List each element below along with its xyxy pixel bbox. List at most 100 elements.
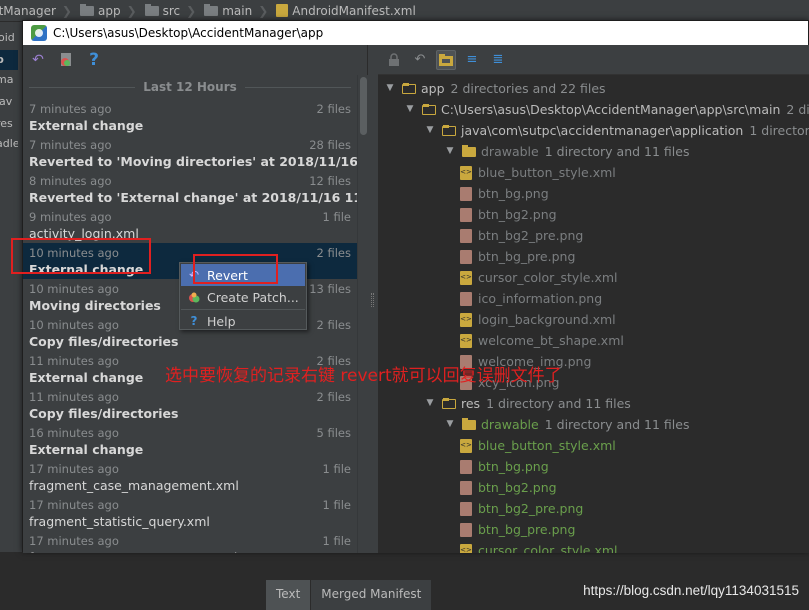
menu-item-create-patch[interactable]: Create Patch... [181, 286, 305, 308]
node-name: btn_bg.png [478, 459, 549, 474]
folder-icon [422, 103, 436, 115]
tree-file-node[interactable]: btn_bg2_pre.png [460, 225, 583, 246]
breadcrumb-label: src [162, 3, 181, 18]
project-tree-fragment: res [0, 117, 13, 130]
history-entry[interactable]: 8 minutes ago 12 files Reverted to 'Extern… [23, 171, 357, 207]
help-icon[interactable]: ? [85, 50, 103, 70]
breadcrumb-item[interactable]: main ❯ [200, 3, 272, 18]
dialog-titlebar[interactable]: C:\Users\asus\Desktop\AccidentManager\ap… [23, 21, 808, 45]
tree-folder-node[interactable]: ▼ drawable 1 directory and 11 files [444, 414, 690, 435]
expand-arrow-icon[interactable]: ▼ [444, 414, 456, 435]
node-summary: 2 directories and 22 files [786, 102, 809, 117]
tree-file-node[interactable]: btn_bg_pre.png [460, 519, 575, 540]
history-entry[interactable]: 16 minutes ago 5 files External change [23, 423, 357, 459]
xml-file-icon [276, 4, 289, 17]
history-entry[interactable]: 7 minutes ago 28 files Reverted to 'Moving… [23, 135, 357, 171]
patch-icon [187, 290, 201, 304]
node-name: blue_button_style.xml [478, 438, 616, 453]
tree-folder-node[interactable]: ▼ C:\Users\asus\Desktop\AccidentManager\a… [404, 99, 809, 120]
folder-icon [462, 417, 476, 430]
collapse-all-icon[interactable]: ≣ [488, 50, 508, 70]
breadcrumb-item[interactable]: app ❯ [76, 3, 141, 18]
history-entry[interactable]: 17 minutes ago 1 file fragment_statistic_q… [23, 495, 357, 531]
editor-breadcrumb: ctManager ❯ app ❯ src ❯ main ❯ AndroidManifest.x… [0, 0, 809, 22]
tree-file-node[interactable]: btn_bg.png [460, 183, 549, 204]
tree-file-node[interactable]: ico_information.png [460, 288, 602, 309]
breadcrumb-item[interactable]: AndroidManifest.xml [272, 4, 420, 18]
tree-file-node[interactable]: blue_button_style.xml [460, 162, 616, 183]
splitter-grip[interactable] [371, 293, 374, 307]
node-name: C:\Users\asus\Desktop\AccidentManager\ap… [441, 102, 781, 117]
breadcrumb-item[interactable]: src ❯ [141, 3, 201, 18]
folder-icon [402, 82, 416, 94]
entry-time: 11 minutes ago [29, 390, 119, 404]
menu-item-help[interactable]: ? Help [181, 310, 305, 332]
xml-file-icon [460, 543, 472, 553]
tree-folder-node[interactable]: ▼ app 2 directories and 22 files [384, 78, 606, 99]
project-panel-strip: oid p ma jav res adle [0, 22, 22, 610]
history-entry[interactable]: 11 minutes ago 2 files Copy files/director… [23, 387, 357, 423]
tree-file-node[interactable]: btn_bg2.png [460, 477, 557, 498]
help-icon: ? [190, 314, 198, 328]
project-tree-fragment: p [0, 50, 18, 70]
entry-label: Reverted to 'Moving directories' at 2018… [29, 154, 357, 169]
breadcrumb-label: app [97, 3, 121, 18]
expand-arrow-icon[interactable]: ▼ [424, 120, 436, 141]
xml-file-icon [460, 312, 472, 327]
entry-time: 17 minutes ago [29, 534, 119, 548]
expand-arrow-icon[interactable]: ▼ [404, 99, 416, 120]
folder-icon [204, 3, 219, 16]
entry-file-count: 2 files [316, 246, 351, 260]
tree-folder-node[interactable]: ▼ drawable 1 directory and 11 files [444, 141, 690, 162]
tab-text[interactable]: Text [266, 580, 312, 610]
tree-file-node[interactable]: welcome_bt_shape.xml [460, 330, 624, 351]
panel-splitter[interactable] [368, 45, 378, 553]
project-tree-fragment: jav [0, 95, 13, 108]
history-entry[interactable]: 7 minutes ago 2 files External change [23, 99, 357, 135]
expand-arrow-icon[interactable]: ▼ [424, 393, 436, 414]
revert-icon[interactable]: ↶ [29, 51, 47, 69]
scrollbar-thumb[interactable] [360, 77, 367, 135]
manifest-editor-tabs: Text Merged Manifest [266, 580, 433, 610]
tree-folder-node[interactable]: ▼ java\com\sutpc\accidentmanager\applicat… [424, 120, 809, 141]
expand-arrow-icon[interactable]: ▼ [444, 141, 456, 162]
entry-file-count: 2 files [316, 390, 351, 404]
expand-all-icon[interactable]: ≡ [462, 50, 482, 70]
tree-file-node[interactable]: btn_bg2.png [460, 204, 557, 225]
node-name: btn_bg2.png [478, 480, 557, 495]
tree-file-node[interactable]: btn_bg2_pre.png [460, 498, 583, 519]
folder-icon [144, 3, 159, 16]
highlight-box-entry [11, 238, 151, 274]
changes-toolbar: ↶ ≡ ≣ [378, 45, 809, 75]
breadcrumb-label: main [222, 3, 253, 18]
tab-merged-manifest[interactable]: Merged Manifest [311, 580, 433, 610]
tree-file-node[interactable]: blue_button_style.xml [460, 435, 616, 456]
node-name: res [461, 396, 481, 411]
node-summary: 1 directory and 11 files [544, 144, 690, 159]
tree-file-node[interactable]: btn_bg_pre.png [460, 246, 575, 267]
entry-time: 8 minutes ago [29, 174, 112, 188]
lock-icon[interactable] [384, 50, 404, 70]
breadcrumb-label: ctManager [0, 3, 56, 18]
tree-file-node[interactable]: cursor_color_style.xml [460, 267, 618, 288]
undo-icon[interactable]: ↶ [410, 50, 430, 70]
history-scrollbar[interactable] [357, 75, 368, 553]
create-patch-icon[interactable] [57, 51, 75, 69]
group-by-directory-icon[interactable] [436, 49, 456, 70]
history-entry[interactable]: 17 minutes ago 1 file fragment_user_manage… [23, 531, 357, 553]
node-name: drawable [481, 144, 539, 159]
tree-file-node[interactable]: login_background.xml [460, 309, 616, 330]
history-entry[interactable]: 17 minutes ago 1 file fragment_case_manage… [23, 459, 357, 495]
dialog-title: C:\Users\asus\Desktop\AccidentManager\ap… [53, 26, 324, 40]
entry-file-count: 1 file [322, 498, 352, 512]
image-file-icon [460, 291, 472, 306]
expand-arrow-icon[interactable]: ▼ [384, 78, 396, 99]
tree-file-node[interactable]: cursor_color_style.xml [460, 540, 618, 553]
node-name: login_background.xml [478, 312, 616, 327]
tree-folder-node[interactable]: ▼ res 1 directory and 11 files [424, 393, 631, 414]
tree-file-node[interactable]: btn_bg.png [460, 456, 549, 477]
project-tree-fragment: ma [0, 73, 14, 86]
image-file-icon [460, 522, 472, 537]
breadcrumb-item[interactable]: ctManager ❯ [0, 4, 76, 18]
breadcrumb-label: AndroidManifest.xml [292, 3, 416, 18]
